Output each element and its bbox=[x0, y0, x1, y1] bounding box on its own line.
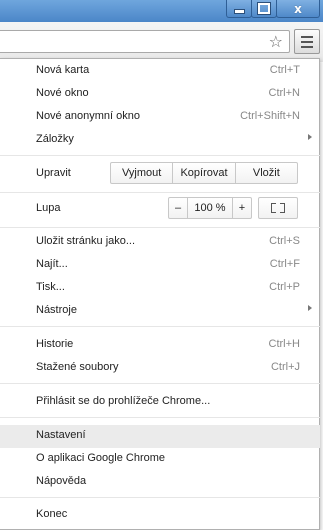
menu-item-new-window[interactable]: Nové okno Ctrl+N bbox=[0, 83, 320, 106]
hamburger-icon bbox=[301, 36, 313, 38]
menu-item-save-page[interactable]: Uložit stránku jako... Ctrl+S bbox=[0, 231, 320, 254]
menu-item-sign-in[interactable]: Přihlásit se do prohlížeče Chrome... bbox=[0, 391, 320, 414]
paste-button[interactable]: Vložit bbox=[234, 163, 297, 183]
separator bbox=[0, 192, 320, 193]
bookmark-star-icon[interactable]: ☆ bbox=[269, 32, 283, 52]
close-icon: x bbox=[294, 1, 302, 16]
menu-item-help[interactable]: Nápověda bbox=[0, 471, 320, 494]
restore-icon bbox=[258, 3, 270, 14]
zoom-control: – 100 % + bbox=[168, 197, 252, 219]
zoom-out-button[interactable]: – bbox=[169, 198, 188, 218]
menu-item-bookmarks[interactable]: Záložky bbox=[0, 129, 320, 152]
menu-item-history[interactable]: Historie Ctrl+H bbox=[0, 334, 320, 357]
separator bbox=[0, 383, 320, 384]
cut-button[interactable]: Vyjmout bbox=[111, 163, 172, 183]
chrome-menu-button[interactable] bbox=[294, 29, 320, 54]
separator bbox=[0, 417, 320, 418]
menu-item-downloads[interactable]: Stažené soubory Ctrl+J bbox=[0, 357, 320, 380]
menu-item-settings[interactable]: Nastavení bbox=[0, 425, 320, 448]
zoom-level: 100 % bbox=[194, 202, 226, 214]
close-button[interactable]: x bbox=[276, 0, 320, 18]
menu-item-print[interactable]: Tisk... Ctrl+P bbox=[0, 277, 320, 300]
minimize-icon bbox=[233, 9, 245, 14]
separator bbox=[0, 227, 320, 228]
copy-button[interactable]: Kopírovat bbox=[172, 163, 234, 183]
window-titlebar: x bbox=[0, 0, 323, 22]
browser-toolbar: ☆ bbox=[0, 22, 323, 62]
chrome-menu: Nová karta Ctrl+T Nové okno Ctrl+N Nové … bbox=[0, 58, 320, 530]
menu-item-exit[interactable]: Konec bbox=[0, 504, 320, 527]
submenu-arrow-icon bbox=[308, 134, 312, 140]
menu-item-new-tab[interactable]: Nová karta Ctrl+T bbox=[0, 60, 320, 83]
menu-item-incognito[interactable]: Nové anonymní okno Ctrl+Shift+N bbox=[0, 106, 320, 129]
fullscreen-button[interactable] bbox=[258, 197, 298, 219]
separator bbox=[0, 326, 320, 327]
zoom-in-button[interactable]: + bbox=[232, 198, 251, 218]
submenu-arrow-icon bbox=[308, 305, 312, 311]
menu-item-tools[interactable]: Nástroje bbox=[0, 300, 320, 323]
address-bar[interactable]: ☆ bbox=[0, 30, 290, 53]
menu-item-about[interactable]: O aplikaci Google Chrome bbox=[0, 448, 320, 471]
menu-item-find[interactable]: Najít... Ctrl+F bbox=[0, 254, 320, 277]
separator bbox=[0, 497, 320, 498]
minimize-button[interactable] bbox=[226, 0, 252, 18]
separator bbox=[0, 155, 320, 156]
edit-button-group: Vyjmout Kopírovat Vložit bbox=[110, 162, 298, 184]
restore-button[interactable] bbox=[251, 0, 277, 18]
